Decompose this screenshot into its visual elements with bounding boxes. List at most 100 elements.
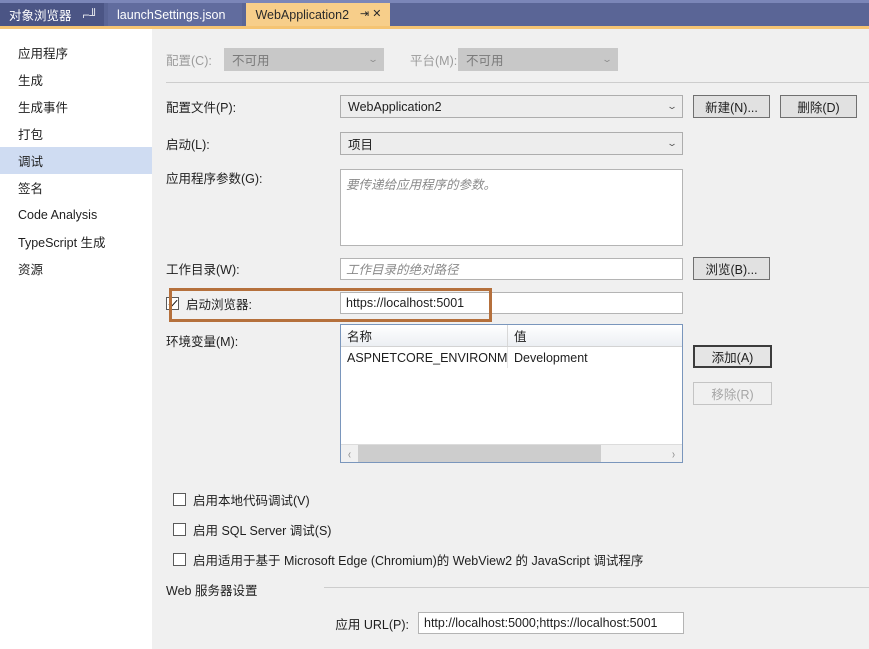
debug-settings-pane: 配置(C): 不可用 ⌄ 平台(M): 不可用 ⌄ 配置文件(P): WebAp…: [152, 29, 869, 649]
environment-variables-label: 环境变量(M):: [166, 335, 239, 349]
grid-header-row: 名称 值: [341, 325, 682, 347]
enable-native-debug-label: 启用本地代码调试(V): [193, 494, 310, 508]
application-arguments-placeholder: 要传递给应用程序的参数。: [346, 178, 497, 192]
table-row[interactable]: ASPNETCORE_ENVIRONMENT Development: [341, 347, 682, 368]
tab-webapplication2-label: WebApplication2: [255, 7, 350, 22]
sidebar-item-label: 应用程序: [18, 47, 69, 61]
scrollbar-thumb[interactable]: [358, 445, 601, 462]
browse-button[interactable]: 浏览(B)...: [693, 257, 770, 280]
checkbox-glyph-unchecked[interactable]: [173, 493, 186, 506]
sidebar-item-signing[interactable]: 签名: [0, 174, 152, 201]
sidebar-item-label: 调试: [18, 155, 44, 169]
sidebar-item-typescript-build[interactable]: TypeScript 生成: [0, 228, 152, 255]
application-arguments-input[interactable]: 要传递给应用程序的参数。: [340, 169, 683, 246]
tab-object-browser[interactable]: 对象浏览器 ⌐╜: [0, 3, 105, 26]
platform-value: 不可用: [466, 54, 504, 68]
sidebar-item-label: 生成: [18, 74, 44, 88]
web-server-section-title: Web 服务器设置: [166, 584, 258, 598]
application-arguments-row: 应用程序参数(G): 要传递给应用程序的参数。: [166, 169, 683, 246]
launch-value: 项目: [348, 138, 374, 152]
platform-dropdown: 不可用 ⌄: [458, 48, 618, 71]
profile-row: 配置文件(P): WebApplication2 ⌄ 新建(N)... 删除(D…: [166, 95, 857, 118]
profile-label: 配置文件(P):: [166, 101, 237, 115]
add-env-var-button[interactable]: 添加(A): [693, 345, 772, 368]
pin-icon[interactable]: ⇥: [360, 9, 369, 20]
top-separator: [166, 82, 869, 83]
launch-browser-url-value: https://localhost:5001: [346, 296, 465, 310]
sidebar-item-label: 签名: [18, 182, 44, 196]
configuration-label: 配置(C):: [166, 54, 212, 68]
app-url-label: 应用 URL(P):: [335, 617, 409, 632]
environment-variables-row: 环境变量(M):: [166, 331, 340, 350]
sidebar-item-application[interactable]: 应用程序: [0, 39, 152, 66]
grid-header-name: 名称: [341, 325, 508, 346]
launch-browser-checkbox[interactable]: 启动浏览器:: [166, 294, 340, 313]
close-icon[interactable]: ✕: [372, 9, 381, 20]
working-directory-input[interactable]: 工作目录的绝对路径: [340, 257, 683, 280]
tab-object-browser-label: 对象浏览器: [9, 9, 72, 23]
configuration-dropdown: 不可用 ⌄: [224, 48, 384, 71]
working-directory-label: 工作目录(W):: [166, 263, 240, 277]
sidebar-item-resources[interactable]: 资源: [0, 255, 152, 282]
profile-dropdown[interactable]: WebApplication2 ⌄: [340, 95, 683, 118]
grid-cell-value[interactable]: Development: [508, 347, 682, 368]
tab-bar: 对象浏览器 ⌐╜ launchSettings.json WebApplicat…: [0, 0, 869, 29]
launch-browser-url-input[interactable]: https://localhost:5001: [340, 292, 683, 314]
checkbox-glyph-unchecked[interactable]: [173, 523, 186, 536]
environment-variables-grid[interactable]: 名称 值 ASPNETCORE_ENVIRONMENT Development …: [340, 324, 683, 463]
pin-icon[interactable]: ⌐╜: [83, 9, 99, 21]
sidebar-item-code-analysis[interactable]: Code Analysis: [0, 201, 152, 228]
configuration-value: 不可用: [232, 54, 270, 68]
platform-label: 平台(M):: [410, 54, 458, 68]
grid-cell-name[interactable]: ASPNETCORE_ENVIRONMENT: [341, 347, 508, 368]
scrollbar-track[interactable]: [358, 445, 665, 462]
app-url-row: 应用 URL(P): http://localhost:5000;https:/…: [166, 612, 684, 634]
sidebar-item-label: 生成事件: [18, 101, 69, 115]
launch-browser-row: 启动浏览器: https://localhost:5001: [166, 292, 683, 314]
enable-webview2-js-debug-checkbox[interactable]: 启用适用于基于 Microsoft Edge (Chromium)的 WebVi…: [173, 550, 643, 569]
remove-env-var-button: 移除(R): [693, 382, 772, 405]
web-server-separator: [324, 587, 869, 588]
sidebar-item-label: 资源: [18, 263, 44, 277]
sidebar-item-label: TypeScript 生成: [18, 236, 106, 250]
checkbox-glyph-checked[interactable]: [166, 296, 179, 310]
launch-browser-label: 启动浏览器:: [186, 297, 252, 312]
working-directory-placeholder: 工作目录的绝对路径: [346, 263, 459, 277]
chevron-down-icon[interactable]: ⌄: [660, 102, 684, 111]
launch-label: 启动(L):: [166, 138, 210, 152]
enable-sql-server-debug-label: 启用 SQL Server 调试(S): [193, 524, 332, 538]
sidebar-item-label: 打包: [18, 128, 44, 142]
chevron-left-icon[interactable]: ‹: [341, 442, 358, 466]
enable-native-debug-checkbox[interactable]: 启用本地代码调试(V): [173, 490, 310, 509]
grid-horizontal-scrollbar[interactable]: ‹ ›: [341, 444, 682, 462]
tab-launchsettings-json[interactable]: launchSettings.json: [108, 3, 243, 26]
application-arguments-label: 应用程序参数(G):: [166, 172, 263, 186]
grid-body: ASPNETCORE_ENVIRONMENT Development: [341, 347, 682, 444]
sidebar-item-debug[interactable]: 调试: [0, 147, 152, 174]
chevron-down-icon[interactable]: ⌄: [660, 139, 684, 148]
tab-webapplication2[interactable]: WebApplication2 ⇥ ✕: [246, 3, 391, 26]
profile-value: WebApplication2: [348, 99, 442, 114]
chevron-down-icon: ⌄: [601, 54, 613, 64]
launch-row: 启动(L): 项目 ⌄: [166, 132, 683, 155]
configuration-row: 配置(C): 不可用 ⌄ 平台(M): 不可用 ⌄: [166, 48, 618, 71]
sidebar: 应用程序 生成 生成事件 打包 调试 签名 Code Analysis Type…: [0, 29, 152, 649]
grid-header-value: 值: [514, 330, 527, 344]
enable-webview2-js-debug-label: 启用适用于基于 Microsoft Edge (Chromium)的 WebVi…: [193, 554, 644, 568]
delete-profile-button[interactable]: 删除(D): [780, 95, 857, 118]
new-profile-button[interactable]: 新建(N)...: [693, 95, 770, 118]
chevron-down-icon: ⌄: [367, 54, 379, 64]
launch-dropdown[interactable]: 项目 ⌄: [340, 132, 683, 155]
enable-sql-server-debug-checkbox[interactable]: 启用 SQL Server 调试(S): [173, 520, 331, 539]
chevron-right-icon[interactable]: ›: [665, 442, 682, 466]
sidebar-item-build-events[interactable]: 生成事件: [0, 93, 152, 120]
main-area: 应用程序 生成 生成事件 打包 调试 签名 Code Analysis Type…: [0, 29, 869, 649]
app-url-value: http://localhost:5000;https://localhost:…: [424, 616, 658, 630]
sidebar-item-package[interactable]: 打包: [0, 120, 152, 147]
sidebar-item-build[interactable]: 生成: [0, 66, 152, 93]
sidebar-item-label: Code Analysis: [18, 207, 98, 222]
checkbox-glyph-unchecked[interactable]: [173, 553, 186, 566]
app-url-input[interactable]: http://localhost:5000;https://localhost:…: [418, 612, 684, 634]
working-directory-row: 工作目录(W): 工作目录的绝对路径 浏览(B)...: [166, 257, 770, 280]
tab-launchsettings-json-label: launchSettings.json: [117, 7, 226, 22]
